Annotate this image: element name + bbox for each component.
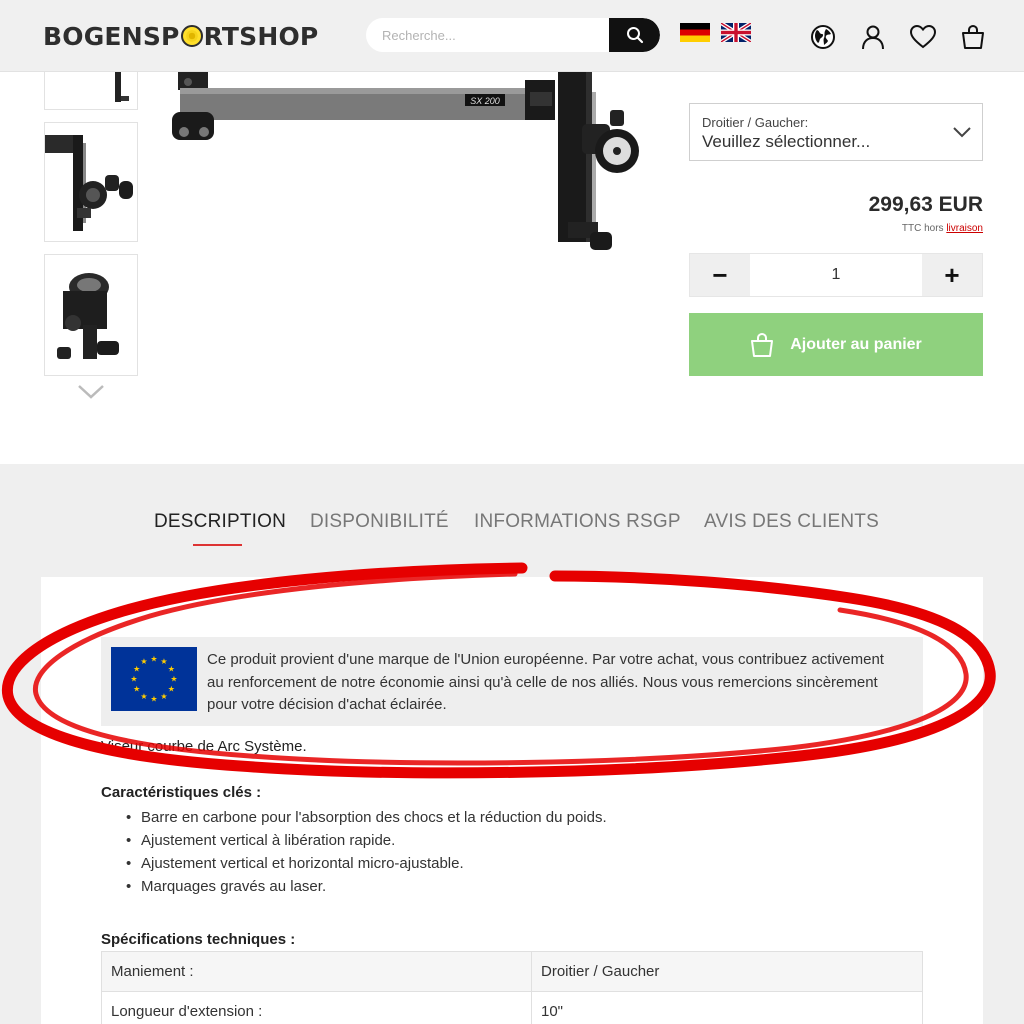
- spec-value: Droitier / Gaucher: [531, 951, 923, 992]
- eu-star-icon: ★: [160, 657, 167, 666]
- product-thumbnail-1[interactable]: [44, 72, 138, 110]
- eu-notice-text: Ce produit provient d'une marque de l'Un…: [207, 651, 884, 713]
- quantity-input[interactable]: 1: [750, 254, 922, 296]
- product-badge: SX 200: [470, 96, 500, 106]
- quantity-stepper: − 1 +: [689, 253, 983, 297]
- product-thumbnail-3[interactable]: [44, 254, 138, 376]
- quantity-increase-button[interactable]: +: [922, 254, 982, 296]
- chevron-down-icon: [953, 127, 971, 138]
- bag-icon: [751, 332, 774, 357]
- product-thumbnail-2[interactable]: [44, 122, 138, 242]
- variant-label: Droitier / Gaucher:: [702, 115, 809, 130]
- target-logo-icon: [180, 25, 203, 47]
- eu-star-icon: ★: [150, 695, 157, 704]
- eu-star-icon: ★: [133, 665, 140, 674]
- add-to-cart-button[interactable]: Ajouter au panier: [689, 313, 983, 376]
- description-intro: Viseur courbe de Arc Système.: [101, 738, 307, 755]
- active-tab-indicator: [193, 544, 242, 546]
- flag-uk-icon[interactable]: [721, 23, 751, 42]
- chevron-down-icon[interactable]: [76, 383, 106, 401]
- list-item: Marquages gravés au laser.: [126, 875, 607, 898]
- heart-icon[interactable]: [910, 24, 936, 50]
- spec-key: Longueur d'extension :: [101, 991, 532, 1024]
- list-item: Ajustement vertical à libération rapide.: [126, 829, 607, 852]
- table-row: Maniement : Droitier / Gaucher: [101, 951, 923, 992]
- variant-value: Veuillez sélectionner...: [702, 132, 871, 151]
- product-price: 299,63 EUR: [868, 193, 983, 216]
- quantity-decrease-button[interactable]: −: [690, 254, 750, 296]
- eu-star-icon: ★: [170, 675, 177, 684]
- search-bar: [366, 18, 660, 52]
- specs-table: Maniement : Droitier / Gaucher Longueur …: [101, 951, 923, 1024]
- eu-notice: ★ ★ ★ ★ ★ ★ ★ ★ ★ ★ ★ ★ Ce produit provient d'une m…: [101, 637, 923, 726]
- list-item: Barre en carbone pour l'absorption des c…: [126, 806, 607, 829]
- eu-star-icon: ★: [160, 692, 167, 701]
- eu-star-icon: ★: [168, 665, 175, 674]
- eu-star-icon: ★: [150, 655, 157, 664]
- search-icon: [626, 27, 643, 44]
- tab-customer-reviews[interactable]: AVIS DES CLIENTS: [704, 511, 879, 533]
- site-header: BOGENSP RTSHOP: [0, 0, 1024, 72]
- description-content: ★ ★ ★ ★ ★ ★ ★ ★ ★ ★ ★ ★ Ce produit provient d'une m…: [41, 577, 983, 1024]
- search-input[interactable]: [366, 18, 609, 52]
- spec-key: Maniement :: [101, 951, 532, 992]
- tab-availability[interactable]: DISPONIBILITÉ: [310, 511, 449, 533]
- eu-star-icon: ★: [130, 675, 137, 684]
- eu-flag-icon: ★ ★★★★★★★★★★★: [111, 647, 197, 711]
- globe-icon[interactable]: [810, 24, 836, 50]
- eu-star-icon: ★: [133, 685, 140, 694]
- features-list: Barre en carbone pour l'absorption des c…: [126, 806, 607, 898]
- tab-rsgp-info[interactable]: INFORMATIONS RSGP: [474, 511, 681, 533]
- eu-star-icon: ★: [140, 692, 147, 701]
- eu-star-icon: ★: [140, 657, 147, 666]
- variant-select[interactable]: Droitier / Gaucher: Veuillez sélectionne…: [689, 103, 983, 161]
- spec-value: 10": [531, 991, 923, 1024]
- specs-title: Spécifications techniques :: [101, 931, 296, 948]
- user-icon[interactable]: [860, 24, 886, 50]
- flag-de-icon[interactable]: [680, 23, 710, 42]
- table-row: Longueur d'extension : 10": [101, 991, 923, 1024]
- features-title: Caractéristiques clés :: [101, 784, 262, 801]
- add-to-cart-label: Ajouter au panier: [790, 335, 922, 353]
- bag-icon[interactable]: [960, 24, 986, 50]
- eu-star-icon: ★: [168, 685, 175, 694]
- product-main-image[interactable]: SX 200: [170, 72, 660, 262]
- shipping-link[interactable]: livraison: [946, 223, 983, 234]
- tab-description[interactable]: DESCRIPTION: [154, 511, 286, 533]
- product-tabs-section: DESCRIPTION DISPONIBILITÉ INFORMATIONS R…: [0, 464, 1024, 1024]
- tax-info: TTC hors livraison: [901, 223, 983, 234]
- search-button[interactable]: [609, 18, 660, 52]
- site-logo[interactable]: BOGENSP RTSHOP: [43, 22, 318, 52]
- list-item: Ajustement vertical et horizontal micro-…: [126, 852, 607, 875]
